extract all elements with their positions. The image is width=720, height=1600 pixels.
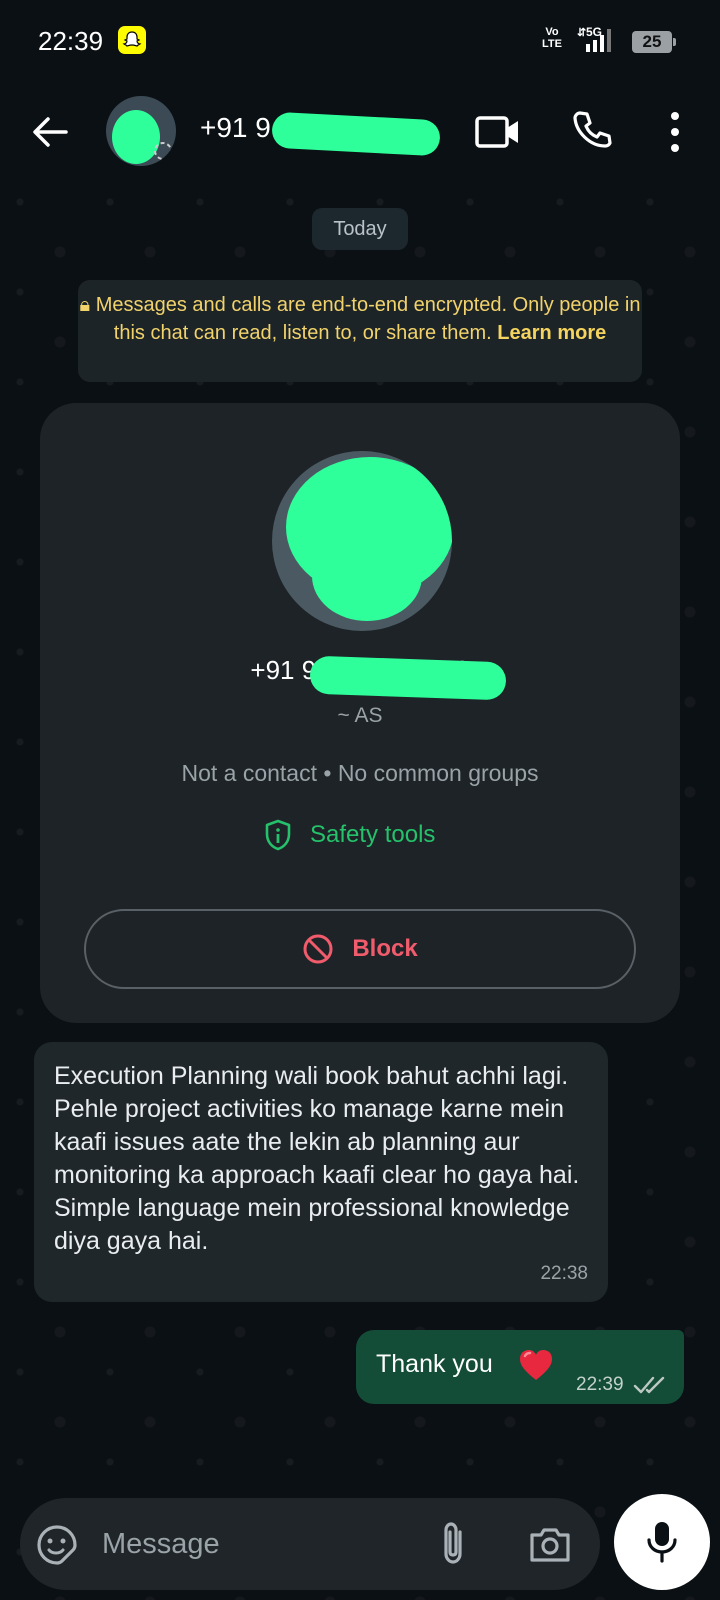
date-chip: Today: [312, 208, 408, 250]
contact-info: Not a contact • No common groups: [181, 760, 539, 786]
redaction-mark: [309, 655, 507, 701]
safety-tools-button[interactable]: Safety tools: [264, 815, 435, 855]
contact-info-card: +91 9519 ~ AS Not a contact • No common …: [40, 403, 680, 1023]
more-vert-icon[interactable]: [660, 108, 690, 156]
signal-icon: ⇵ 5G: [577, 25, 611, 52]
mic-icon: [647, 1522, 677, 1563]
shield-icon: [265, 819, 291, 851]
battery-icon: 25: [632, 31, 676, 53]
phone-icon[interactable]: [570, 108, 614, 152]
heart-emoji-icon: [520, 1350, 552, 1380]
message-time: 22:38: [540, 1263, 588, 1284]
back-arrow-icon[interactable]: [28, 110, 72, 154]
safety-tools-label: Safety tools: [310, 821, 436, 848]
message-text: Thank you: [376, 1350, 493, 1378]
learn-more-link[interactable]: Learn more: [497, 322, 606, 344]
status-bar: 22:39 Vo LTE ⇵ 5G 25: [0, 0, 720, 86]
read-ticks-icon: [633, 1376, 665, 1394]
contact-title[interactable]: +91 9: [200, 112, 271, 144]
volte-indicator: Vo LTE: [542, 26, 562, 50]
snapchat-icon: [118, 26, 146, 54]
lock-icon: 🔒︎: [79, 294, 91, 316]
video-call-icon[interactable]: [474, 112, 522, 152]
svg-text:5G: 5G: [586, 25, 602, 39]
incoming-message[interactable]: Execution Planning wali book bahut achhi…: [34, 1042, 608, 1302]
block-button[interactable]: Block: [84, 909, 636, 989]
sticker-icon[interactable]: [36, 1524, 78, 1566]
status-time: 22:39: [38, 26, 104, 56]
block-icon: [303, 934, 333, 964]
message-time: 22:39: [576, 1374, 624, 1395]
message-input[interactable]: [102, 1522, 422, 1566]
avatar[interactable]: [106, 96, 176, 166]
outgoing-message[interactable]: Thank you 22:39: [356, 1330, 684, 1404]
mic-button[interactable]: [614, 1494, 710, 1590]
message-text: Execution Planning wali book bahut achhi…: [54, 1062, 580, 1255]
encryption-notice[interactable]: 🔒︎ Messages and calls are end-to-end enc…: [78, 280, 642, 382]
composer-bar: [20, 1498, 600, 1590]
contact-avatar[interactable]: [272, 451, 452, 631]
attach-icon[interactable]: [434, 1520, 474, 1568]
camera-icon[interactable]: [528, 1524, 572, 1564]
block-label: Block: [352, 935, 418, 962]
svg-text:⇵: ⇵: [577, 27, 586, 39]
contact-alias: ~ AS: [337, 704, 383, 727]
